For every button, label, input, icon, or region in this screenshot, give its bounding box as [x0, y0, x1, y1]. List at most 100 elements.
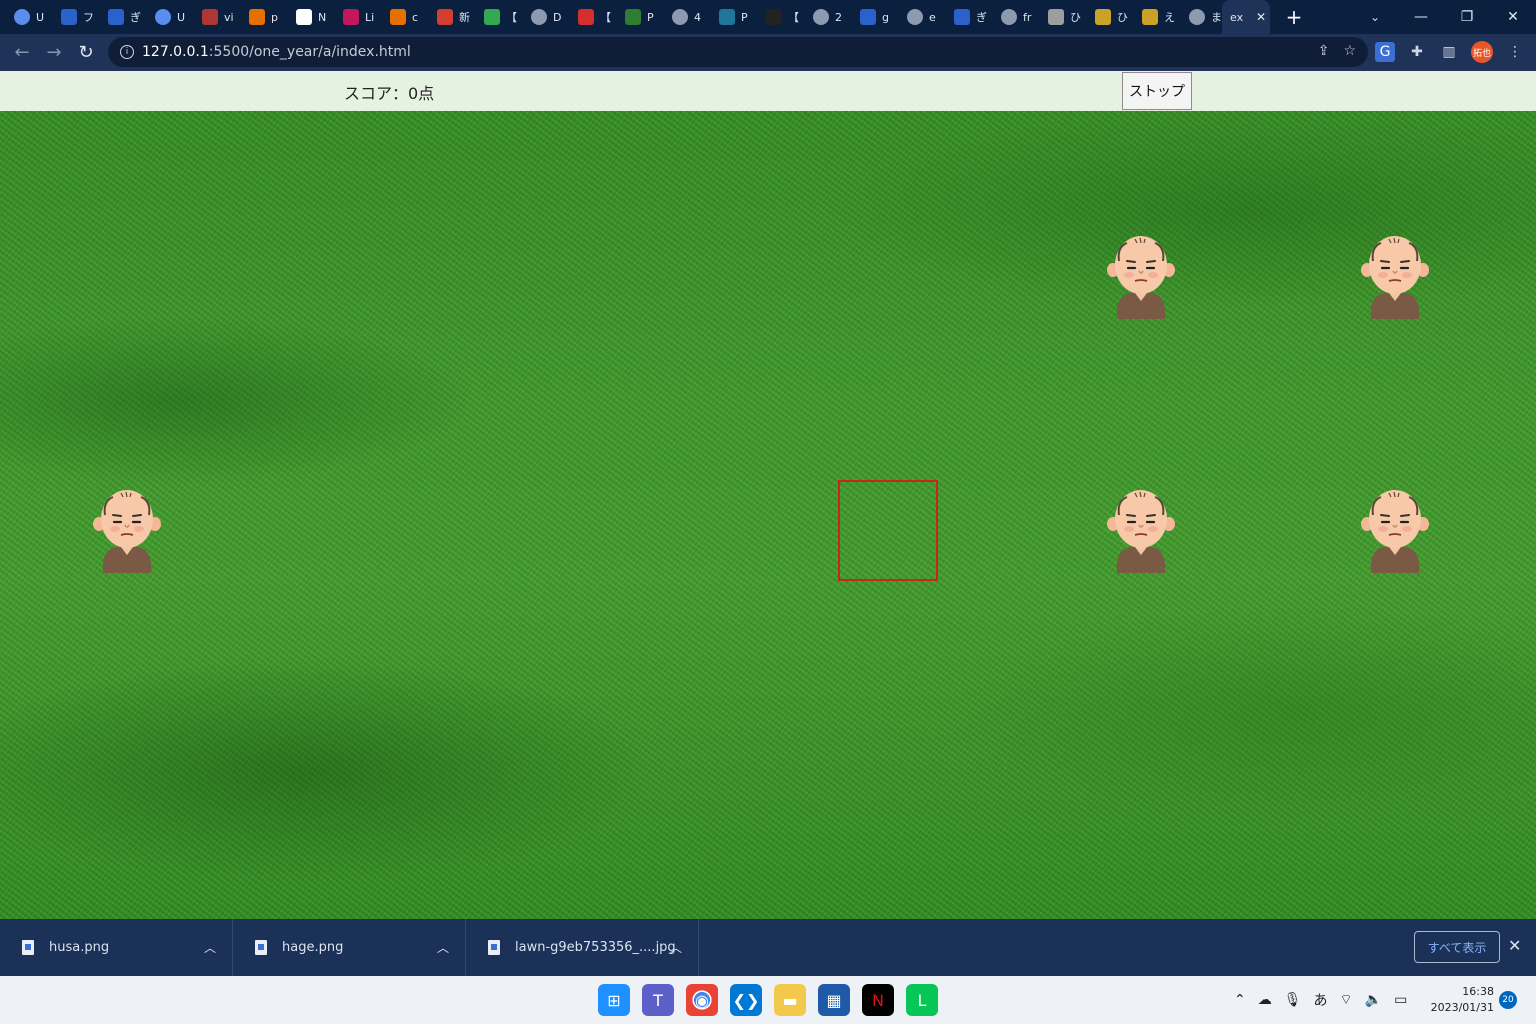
browser-tab[interactable]: U: [0, 0, 47, 34]
browser-tab[interactable]: U: [141, 0, 188, 34]
browser-tab[interactable]: g: [846, 0, 893, 34]
tab-title: 【: [506, 11, 517, 24]
browser-tab[interactable]: ひ: [1081, 0, 1128, 34]
microphone-muted-icon[interactable]: 🎙: [1284, 992, 1302, 1008]
tab-title: U: [36, 10, 45, 24]
close-window-button[interactable]: ✕: [1490, 0, 1536, 34]
close-tab-icon[interactable]: ✕: [1256, 10, 1266, 24]
browser-tab[interactable]: vi: [188, 0, 235, 34]
site-info-icon[interactable]: i: [120, 45, 134, 59]
extensions-puzzle-icon[interactable]: ✚: [1407, 42, 1427, 62]
share-icon[interactable]: ⇪: [1318, 43, 1330, 59]
battery-icon[interactable]: ▭: [1394, 992, 1407, 1008]
stop-button[interactable]: ストップ: [1122, 72, 1192, 110]
tab-title: g: [882, 10, 889, 24]
tab-search-chevron-icon[interactable]: ⌄: [1360, 0, 1390, 34]
search-icon: [61, 9, 77, 25]
globe-icon: [907, 9, 923, 25]
chevron-up-icon[interactable]: ︿: [437, 939, 449, 956]
tab-title: N: [318, 10, 327, 24]
address-bar[interactable]: i 127.0.0.1:5500/one_year/a/index.html ⇪…: [108, 37, 1368, 67]
tab-title: e: [929, 10, 936, 24]
chevron-up-icon[interactable]: ︿: [204, 939, 216, 956]
bald-man-character[interactable]: [1105, 235, 1177, 319]
bald-man-character[interactable]: [1359, 235, 1431, 319]
chevron-up-icon[interactable]: ︿: [670, 939, 682, 956]
tab-title: P: [741, 10, 748, 24]
target-square[interactable]: [838, 480, 938, 581]
reload-button[interactable]: ↻: [70, 37, 102, 69]
profile-avatar[interactable]: 拓也: [1471, 41, 1493, 63]
download-filename: husa.png: [49, 940, 110, 955]
show-hidden-icons-chevron-icon[interactable]: ⌃: [1234, 992, 1246, 1008]
tab-title: フ: [83, 11, 94, 24]
side-panel-icon[interactable]: ▥: [1439, 42, 1459, 62]
tab-title: ま: [1211, 11, 1222, 24]
restore-button[interactable]: ❐: [1444, 0, 1490, 34]
folder-icon[interactable]: ▬: [774, 984, 806, 1016]
browser-tab[interactable]: ぎ: [94, 0, 141, 34]
browser-tab[interactable]: Li: [329, 0, 376, 34]
download-item[interactable]: lawn-g9eb753356_....jpg ︿: [466, 919, 699, 976]
onedrive-icon[interactable]: ☁: [1258, 992, 1272, 1008]
image-icon: [1048, 9, 1064, 25]
show-all-downloads-button[interactable]: すべて表示: [1414, 931, 1500, 963]
windows-start-icon[interactable]: ⊞: [598, 984, 630, 1016]
download-item[interactable]: husa.png ︿: [0, 919, 233, 976]
active-browser-tab[interactable]: ex ✕: [1222, 0, 1270, 34]
store-icon[interactable]: ▦: [818, 984, 850, 1016]
globe-icon: [1001, 9, 1017, 25]
browser-tab[interactable]: 【: [564, 0, 611, 34]
chrome-icon[interactable]: ◉: [686, 984, 718, 1016]
browser-tab[interactable]: P: [705, 0, 752, 34]
minimize-button[interactable]: —: [1398, 0, 1444, 34]
translate-extension-icon[interactable]: G: [1375, 42, 1395, 62]
chat-icon: [202, 9, 218, 25]
browser-tab[interactable]: D: [517, 0, 564, 34]
globe-icon: [672, 9, 688, 25]
browser-tab[interactable]: え: [1128, 0, 1175, 34]
line-icon[interactable]: L: [906, 984, 938, 1016]
browser-tab[interactable]: 2: [799, 0, 846, 34]
browser-tab[interactable]: e: [893, 0, 940, 34]
browser-tab[interactable]: 【: [752, 0, 799, 34]
notification-badge[interactable]: 20: [1499, 991, 1517, 1009]
forward-button[interactable]: →: [38, 37, 70, 69]
browser-tab[interactable]: N: [282, 0, 329, 34]
browser-tab[interactable]: ぎ: [940, 0, 987, 34]
netflix-icon[interactable]: N: [862, 984, 894, 1016]
bald-man-character[interactable]: [91, 489, 163, 573]
close-shelf-icon[interactable]: ✕: [1508, 936, 1521, 955]
search-icon: [860, 9, 876, 25]
tab-title: ひ: [1117, 11, 1128, 24]
menu-kebab-icon[interactable]: ⋮: [1505, 42, 1525, 62]
tab-title: vi: [224, 10, 234, 24]
download-item[interactable]: hage.png ︿: [233, 919, 466, 976]
vscode-icon[interactable]: ❮❯: [730, 984, 762, 1016]
bald-man-character[interactable]: [1105, 489, 1177, 573]
back-button[interactable]: ←: [6, 37, 38, 69]
tab-title: ひ: [1070, 11, 1081, 24]
file-icon: [22, 940, 34, 955]
browser-tab[interactable]: ま: [1175, 0, 1222, 34]
browser-tab[interactable]: 【: [470, 0, 517, 34]
browser-tab[interactable]: p: [235, 0, 282, 34]
browser-tab[interactable]: フ: [47, 0, 94, 34]
browser-tab[interactable]: fr: [987, 0, 1034, 34]
bookmark-star-icon[interactable]: ☆: [1343, 43, 1356, 59]
teams-icon[interactable]: T: [642, 984, 674, 1016]
bald-man-character[interactable]: [1359, 489, 1431, 573]
wifi-icon[interactable]: ⌔: [1340, 991, 1353, 1009]
browser-tab[interactable]: 4: [658, 0, 705, 34]
ime-indicator[interactable]: あ: [1314, 990, 1328, 1010]
browser-tab[interactable]: P: [611, 0, 658, 34]
browser-tab[interactable]: ひ: [1034, 0, 1081, 34]
volume-muted-icon[interactable]: 🔈: [1365, 992, 1382, 1008]
new-tab-button[interactable]: +: [1274, 5, 1314, 29]
browser-tab[interactable]: c: [376, 0, 423, 34]
score-label: スコア：0点: [344, 84, 435, 103]
clock[interactable]: 16:38 2023/01/31: [1428, 984, 1494, 1016]
globe-icon: [1189, 9, 1205, 25]
system-tray: ⌃ ☁ 🎙 あ ⌔ 🔈 ▭: [1234, 990, 1407, 1010]
browser-tab[interactable]: 新: [423, 0, 470, 34]
